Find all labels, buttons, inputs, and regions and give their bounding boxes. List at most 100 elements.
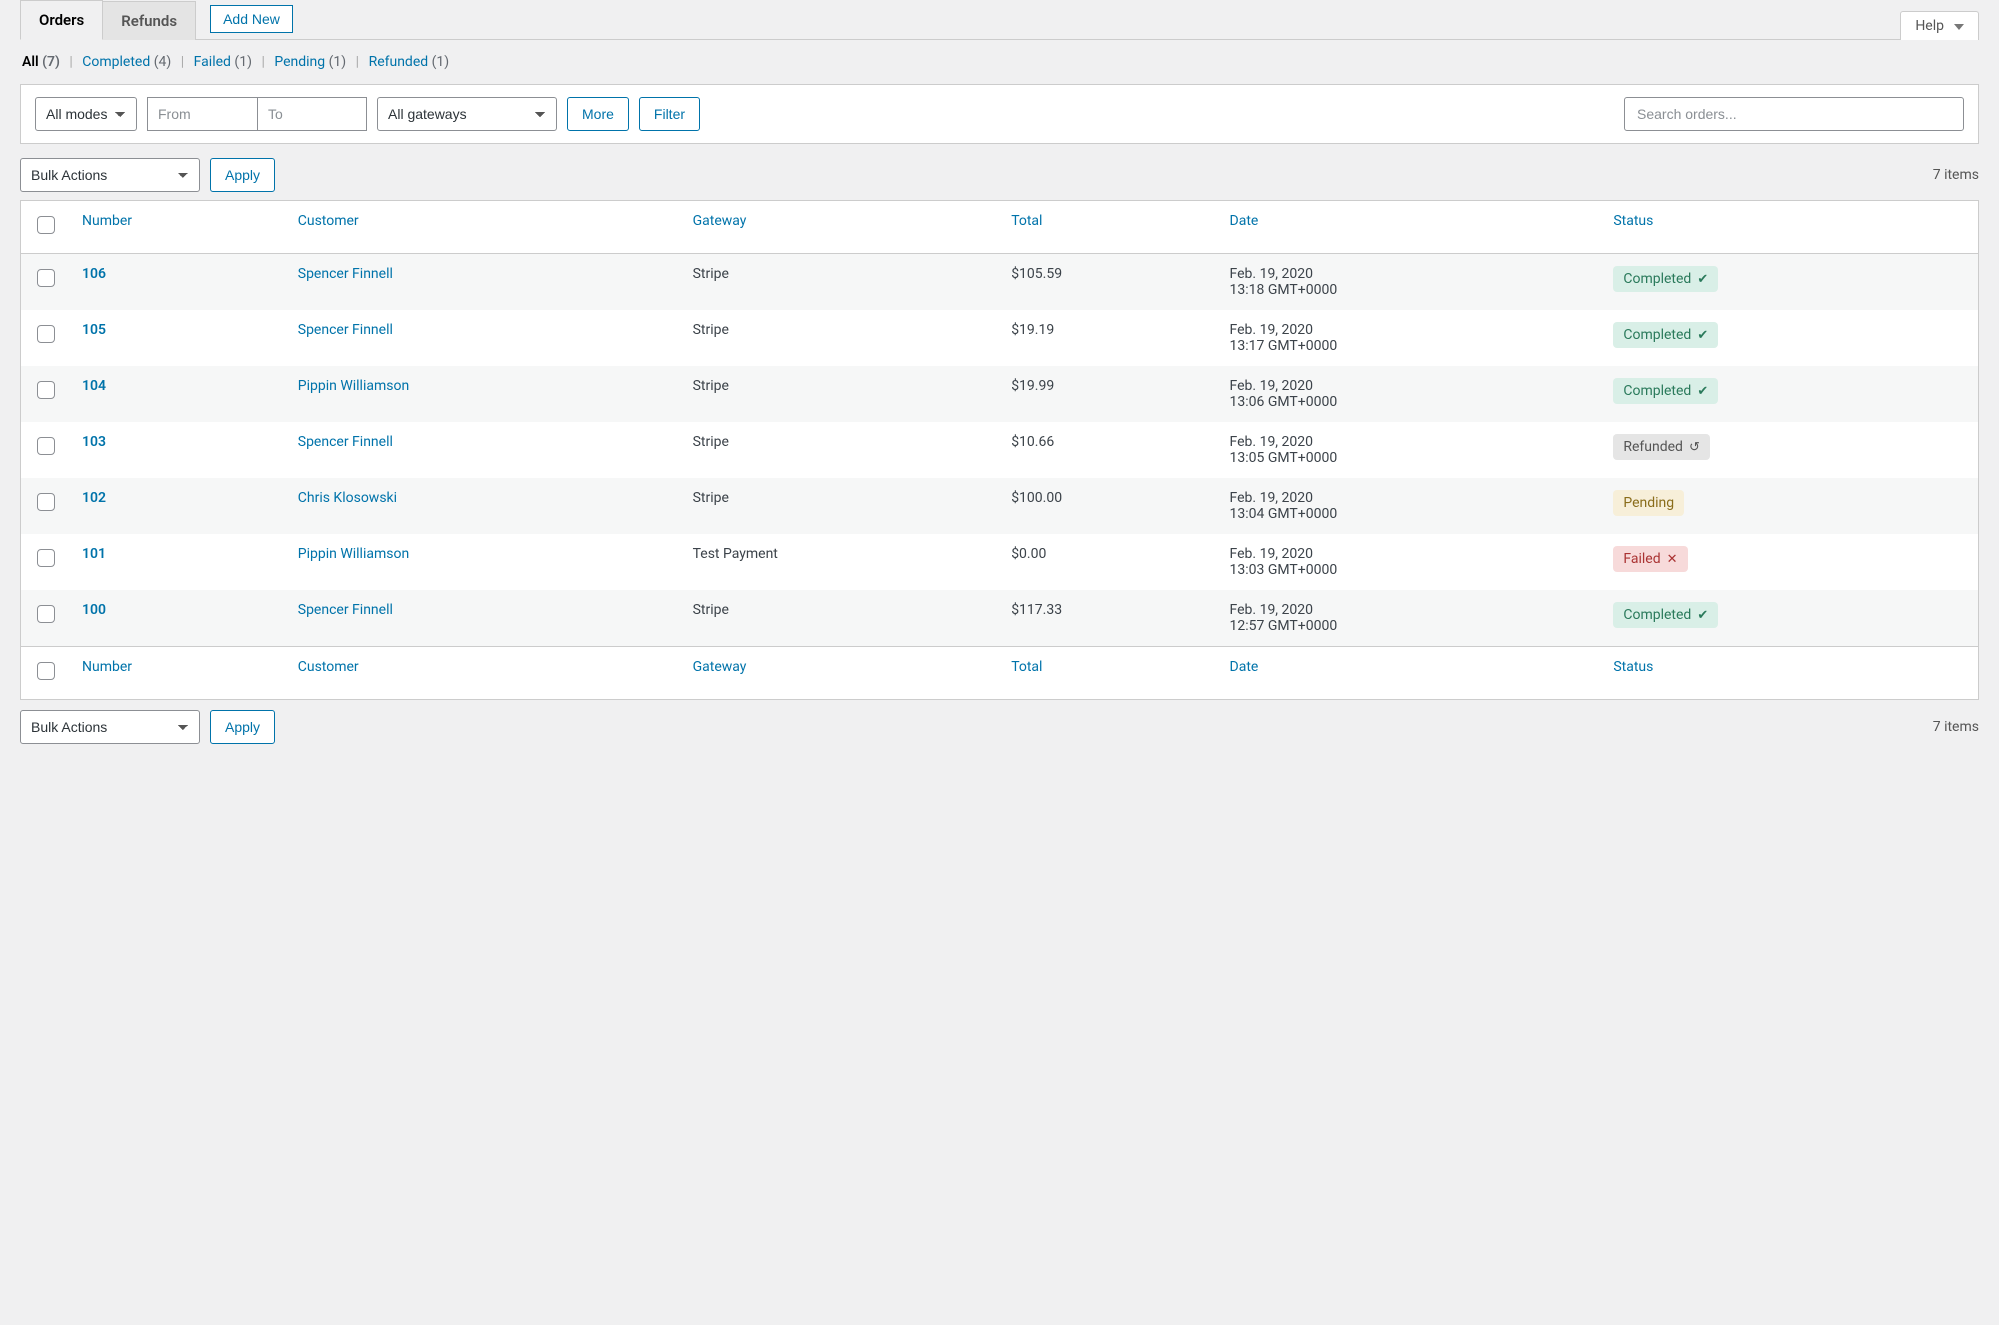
customer-link[interactable]: Spencer Finnell <box>298 266 393 282</box>
filter-button[interactable]: Filter <box>639 97 700 131</box>
table-row: 102 Chris Klosowski Stripe$100.00Feb. 19, … <box>21 478 1979 534</box>
date-cell: Feb. 19, 202013:17 GMT+0000 <box>1218 310 1602 366</box>
col-date-foot[interactable]: Date <box>1218 647 1602 700</box>
filter-completed[interactable]: Completed (4) <box>82 54 171 70</box>
filter-failed[interactable]: Failed (1) <box>194 54 252 70</box>
total-cell: $100.00 <box>999 478 1217 534</box>
order-number-link[interactable]: 100 <box>82 602 106 618</box>
undo-icon: ↺ <box>1689 440 1700 455</box>
orders-table: Number Customer Gateway Total Date Statu… <box>20 200 1979 700</box>
customer-link[interactable]: Spencer Finnell <box>298 322 393 338</box>
gateway-cell: Stripe <box>681 254 1000 311</box>
x-icon: ✕ <box>1667 552 1678 567</box>
select-all-bottom[interactable] <box>37 662 55 680</box>
row-checkbox[interactable] <box>37 437 55 455</box>
col-total-foot[interactable]: Total <box>999 647 1217 700</box>
row-checkbox[interactable] <box>37 605 55 623</box>
status-label: Completed <box>1623 271 1691 287</box>
total-cell: $10.66 <box>999 422 1217 478</box>
table-row: 103 Spencer Finnell Stripe$10.66Feb. 19, 2… <box>21 422 1979 478</box>
col-gateway[interactable]: Gateway <box>681 201 1000 254</box>
total-cell: $19.99 <box>999 366 1217 422</box>
date-from-input[interactable] <box>147 97 257 131</box>
customer-link[interactable]: Spencer Finnell <box>298 602 393 618</box>
status-filters: All (7) | Completed (4) | Failed (1) | P… <box>20 40 1979 84</box>
status-label: Refunded <box>1623 439 1683 455</box>
col-date[interactable]: Date <box>1218 201 1602 254</box>
row-checkbox[interactable] <box>37 493 55 511</box>
table-row: 105 Spencer Finnell Stripe$19.19Feb. 19, 2… <box>21 310 1979 366</box>
more-filters-button[interactable]: More <box>567 97 629 131</box>
total-cell: $0.00 <box>999 534 1217 590</box>
status-badge: Completed ✔ <box>1613 602 1718 628</box>
col-status[interactable]: Status <box>1601 201 1978 254</box>
bulk-actions-select-bottom[interactable]: Bulk Actions <box>20 710 200 744</box>
order-number-link[interactable]: 106 <box>82 266 106 282</box>
bulk-actions-select-top[interactable]: Bulk Actions <box>20 158 200 192</box>
table-row: 100Spencer FinnellStripe$117.33Feb. 19, … <box>21 590 1979 647</box>
order-number-link[interactable]: 102 <box>82 490 106 506</box>
table-row: 101Pippin WilliamsonTest Payment$0.00Feb… <box>21 534 1979 590</box>
order-number-link[interactable]: 104 <box>82 378 106 394</box>
tab-orders[interactable]: Orders <box>20 0 103 40</box>
gateways-select[interactable]: All gateways <box>377 97 557 131</box>
check-icon: ✔ <box>1697 384 1708 399</box>
date-cell: Feb. 19, 202013:05 GMT+0000 <box>1218 422 1602 478</box>
check-icon: ✔ <box>1697 272 1708 287</box>
search-input[interactable] <box>1624 97 1964 131</box>
gateway-cell: Stripe <box>681 422 1000 478</box>
date-cell: Feb. 19, 202013:18 GMT+0000 <box>1218 254 1602 311</box>
gateway-cell: Stripe <box>681 590 1000 647</box>
items-count-bottom: 7 items <box>1933 719 1979 735</box>
customer-link[interactable]: Chris Klosowski <box>298 490 397 506</box>
order-number-link[interactable]: 105 <box>82 322 106 338</box>
table-row: 106 Spencer Finnell Stripe$105.59Feb. 19, … <box>21 254 1979 311</box>
status-badge: Failed ✕ <box>1613 546 1687 572</box>
gateway-cell: Stripe <box>681 478 1000 534</box>
customer-link[interactable]: Spencer Finnell <box>298 434 393 450</box>
col-number[interactable]: Number <box>70 201 286 254</box>
col-gateway-foot[interactable]: Gateway <box>681 647 1000 700</box>
row-checkbox[interactable] <box>37 549 55 567</box>
customer-link[interactable]: Pippin Williamson <box>298 546 409 562</box>
status-badge: Completed ✔ <box>1613 378 1718 404</box>
status-badge: Pending <box>1613 490 1684 516</box>
order-number-link[interactable]: 103 <box>82 434 106 450</box>
row-checkbox[interactable] <box>37 269 55 287</box>
bulk-apply-bottom[interactable]: Apply <box>210 710 275 744</box>
date-cell: Feb. 19, 202012:57 GMT+0000 <box>1218 590 1602 647</box>
filter-all[interactable]: All (7) <box>22 54 60 70</box>
add-new-button[interactable]: Add New <box>210 5 293 33</box>
total-cell: $19.19 <box>999 310 1217 366</box>
row-checkbox[interactable] <box>37 381 55 399</box>
tab-refunds[interactable]: Refunds <box>103 1 196 40</box>
customer-link[interactable]: Pippin Williamson <box>298 378 409 394</box>
caret-down-icon <box>1950 18 1964 34</box>
bulk-apply-top[interactable]: Apply <box>210 158 275 192</box>
gateway-cell: Stripe <box>681 310 1000 366</box>
col-number-foot[interactable]: Number <box>70 647 286 700</box>
total-cell: $105.59 <box>999 254 1217 311</box>
date-cell: Feb. 19, 202013:04 GMT+0000 <box>1218 478 1602 534</box>
filter-refunded[interactable]: Refunded (1) <box>369 54 450 70</box>
date-cell: Feb. 19, 202013:06 GMT+0000 <box>1218 366 1602 422</box>
status-label: Completed <box>1623 327 1691 343</box>
status-label: Failed <box>1623 551 1660 567</box>
help-toggle[interactable]: Help <box>1900 11 1979 40</box>
check-icon: ✔ <box>1697 608 1708 623</box>
check-icon: ✔ <box>1697 328 1708 343</box>
table-row: 104Pippin WilliamsonStripe$19.99Feb. 19,… <box>21 366 1979 422</box>
status-label: Completed <box>1623 383 1691 399</box>
row-checkbox[interactable] <box>37 325 55 343</box>
status-label: Completed <box>1623 607 1691 623</box>
filter-pending[interactable]: Pending (1) <box>274 54 346 70</box>
modes-select[interactable]: All modes <box>35 97 137 131</box>
col-customer[interactable]: Customer <box>286 201 681 254</box>
select-all-top[interactable] <box>37 216 55 234</box>
order-number-link[interactable]: 101 <box>82 546 106 562</box>
col-total[interactable]: Total <box>999 201 1217 254</box>
col-status-foot[interactable]: Status <box>1601 647 1978 700</box>
date-cell: Feb. 19, 202013:03 GMT+0000 <box>1218 534 1602 590</box>
col-customer-foot[interactable]: Customer <box>286 647 681 700</box>
date-to-input[interactable] <box>257 97 367 131</box>
